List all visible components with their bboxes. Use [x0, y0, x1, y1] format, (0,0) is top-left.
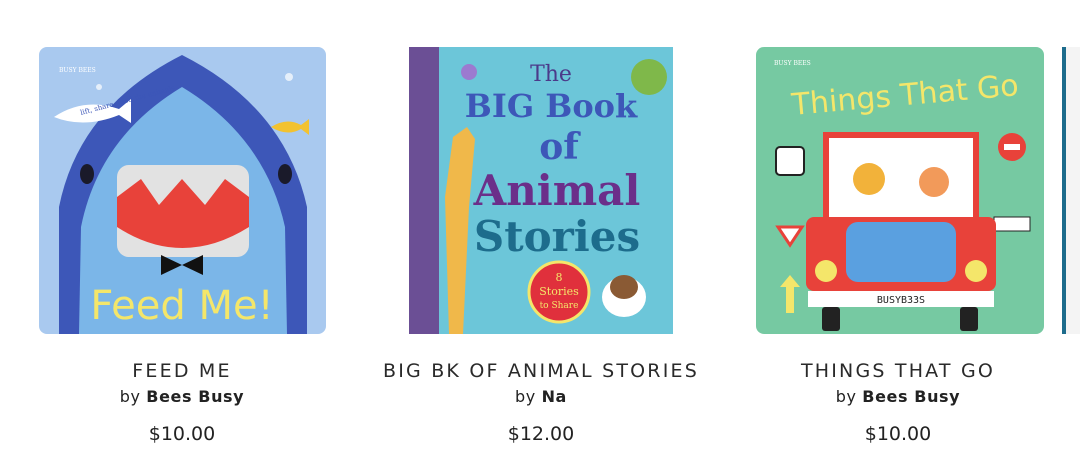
shark-cover-illustration: BUSY BEES lift, share, feed the animals … — [39, 47, 326, 334]
product-price: $12.00 — [507, 423, 575, 445]
cover-title-line2: BIG Book — [465, 87, 638, 125]
product-author[interactable]: Bees Busy — [146, 387, 244, 406]
product-byline: by Bees Busy — [728, 387, 1068, 406]
product-byline: by Bees Busy — [12, 387, 352, 406]
by-label: by — [835, 387, 857, 406]
cover-brand: BUSY BEES — [59, 67, 96, 74]
product-author[interactable]: Bees Busy — [862, 387, 960, 406]
svg-text:BUSY BEES: BUSY BEES — [59, 67, 96, 74]
product-title[interactable]: THINGS THAT GO — [728, 360, 1068, 382]
cover-title-line4: Animal — [473, 166, 641, 215]
product-author[interactable]: Na — [542, 387, 567, 406]
things-that-go-cover-illustration: BUSY BEES Things That Go BUSYB33S — [756, 47, 1044, 334]
cover-badge-bottom: to Share — [540, 301, 579, 311]
cover-brand: BUSY BEES — [774, 60, 811, 67]
product-byline: by Na — [371, 387, 711, 406]
cover-title-line5: Stories — [474, 212, 640, 261]
book-cover-things-that-go[interactable]: BUSY BEES Things That Go BUSYB33S — [756, 47, 1044, 334]
next-product-cover-partial[interactable] — [1062, 47, 1080, 334]
product-price: $10.00 — [148, 423, 216, 445]
cover-badge-number: 8 — [556, 271, 563, 284]
book-cover-feed-me[interactable]: BUSY BEES lift, share, feed the animals … — [39, 47, 326, 334]
by-label: by — [119, 387, 141, 406]
cover-title-line1: The — [530, 62, 572, 87]
animal-stories-cover-illustration: 8 Stories to Share The BIG Book of Anima… — [409, 47, 673, 334]
book-cover-big-bk-animal-stories[interactable]: 8 Stories to Share The BIG Book of Anima… — [409, 47, 673, 334]
cover-title: Feed Me! — [90, 283, 273, 329]
by-label: by — [515, 387, 536, 406]
product-title[interactable]: FEED ME — [12, 360, 352, 382]
product-title[interactable]: BIG BK OF ANIMAL STORIES — [371, 360, 711, 382]
cover-license-plate: BUSYB33S — [877, 295, 925, 306]
cover-title-line3: of — [539, 126, 581, 168]
cover-badge-middle: Stories — [539, 285, 579, 298]
product-price: $10.00 — [864, 423, 932, 445]
